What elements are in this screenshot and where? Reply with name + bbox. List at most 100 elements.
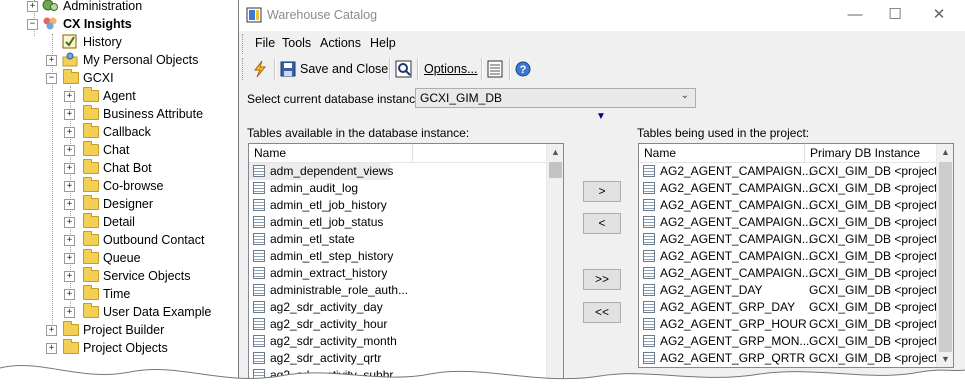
- tree-item-business-attribute[interactable]: + Business Attribute: [0, 105, 238, 123]
- expand-toggle-icon[interactable]: +: [64, 235, 75, 246]
- available-tables-list[interactable]: Name adm_dependent_views admin_audit_log a…: [248, 143, 564, 388]
- table-row[interactable]: AG2_AGENT_CAMPAIGN... GCXI_GIM_DB <projec…: [639, 197, 947, 214]
- expand-toggle-icon[interactable]: +: [64, 199, 75, 210]
- table-row[interactable]: admin_etl_state: [249, 231, 545, 248]
- scroll-up-icon[interactable]: ▲: [937, 144, 953, 161]
- menu-tools[interactable]: Tools: [282, 36, 311, 50]
- table-row[interactable]: ag2_sdr_activity_day: [249, 299, 545, 316]
- tree-item-project-objects[interactable]: + Project Objects: [0, 339, 238, 357]
- menu-actions[interactable]: Actions: [320, 36, 361, 50]
- tree-item-callback[interactable]: + Callback: [0, 123, 238, 141]
- tree-item-chat-bot[interactable]: + Chat Bot: [0, 159, 238, 177]
- menu-file[interactable]: File: [255, 36, 275, 50]
- scroll-down-icon[interactable]: ▼: [937, 351, 953, 367]
- table-view-icon[interactable]: [487, 60, 503, 81]
- expand-toggle-icon[interactable]: +: [64, 289, 75, 300]
- expand-toggle-icon[interactable]: +: [64, 217, 75, 228]
- scroll-thumb[interactable]: [939, 162, 952, 352]
- table-row[interactable]: AG2_AGENT_DAY GCXI_GIM_DB <project p: [639, 282, 947, 299]
- tree-item-agent[interactable]: + Agent: [0, 87, 238, 105]
- close-icon[interactable]: ✕: [919, 4, 959, 26]
- expand-toggle-icon[interactable]: +: [46, 343, 57, 354]
- used-scrollbar[interactable]: ▲ ▼: [936, 144, 953, 367]
- tree-item-service-objects[interactable]: + Service Objects: [0, 267, 238, 285]
- add-table-button[interactable]: >: [583, 181, 621, 202]
- table-icon: [253, 284, 265, 296]
- table-row[interactable]: ag2_sdr_activity_month: [249, 333, 545, 350]
- scroll-thumb[interactable]: [549, 162, 562, 178]
- table-row[interactable]: AG2_AGENT_CAMPAIGN... GCXI_GIM_DB <projec…: [639, 248, 947, 265]
- table-row[interactable]: ag2_sdr_activity_subhr: [249, 367, 545, 384]
- collapse-toggle-icon[interactable]: −: [27, 19, 38, 30]
- title-bar[interactable]: Warehouse Catalog — ☐ ✕: [239, 0, 965, 31]
- table-row[interactable]: AG2_AGENT_GRP_MON... GCXI_GIM_DB <project…: [639, 333, 947, 350]
- db-instance-select[interactable]: GCXI_GIM_DB ⌄: [415, 88, 696, 108]
- expand-toggle-icon[interactable]: +: [46, 55, 57, 66]
- tree-item-time[interactable]: + Time: [0, 285, 238, 303]
- preview-icon[interactable]: [395, 60, 413, 81]
- column-header-name[interactable]: Name: [639, 144, 805, 162]
- expand-toggle-icon[interactable]: +: [64, 271, 75, 282]
- expand-toggle-icon[interactable]: +: [46, 325, 57, 336]
- table-row[interactable]: AG2_AGENT_CAMPAIGN... GCXI_GIM_DB <projec…: [639, 231, 947, 248]
- tree-item-gcxi[interactable]: − GCXI: [0, 69, 238, 87]
- table-row[interactable]: AG2_AGENT_CAMPAIGN... GCXI_GIM_DB <projec…: [639, 163, 947, 180]
- expand-toggle-icon[interactable]: +: [64, 307, 75, 318]
- scroll-up-icon[interactable]: ▲: [547, 144, 563, 161]
- maximize-icon[interactable]: ☐: [875, 4, 915, 26]
- table-row[interactable]: AG2_AGENT_CAMPAIGN... GCXI_GIM_DB <projec…: [639, 180, 947, 197]
- expand-toggle-icon[interactable]: +: [64, 109, 75, 120]
- tree-item-outbound-contact[interactable]: + Outbound Contact: [0, 231, 238, 249]
- available-scrollbar[interactable]: ▲: [546, 144, 563, 387]
- table-row[interactable]: admin_etl_job_status: [249, 214, 545, 231]
- tree-item-history[interactable]: History: [0, 33, 238, 51]
- expand-toggle-icon[interactable]: +: [64, 127, 75, 138]
- tree-item-user-data-example[interactable]: + User Data Example: [0, 303, 238, 321]
- tree-item-chat[interactable]: + Chat: [0, 141, 238, 159]
- table-row[interactable]: AG2_AGENT_CAMPAIGN... GCXI_GIM_DB <projec…: [639, 265, 947, 282]
- tree-item-queue[interactable]: + Queue: [0, 249, 238, 267]
- tree-item-co-browse[interactable]: + Co-browse: [0, 177, 238, 195]
- tree-item-project-builder[interactable]: + Project Builder: [0, 321, 238, 339]
- remove-all-tables-button[interactable]: <<: [583, 302, 621, 323]
- table-row[interactable]: ag2_sdr_activity_hour: [249, 316, 545, 333]
- minimize-icon[interactable]: —: [835, 4, 875, 26]
- table-row[interactable]: admin_extract_history: [249, 265, 545, 282]
- options-button[interactable]: Options...: [424, 62, 478, 76]
- tree-item-detail[interactable]: + Detail: [0, 213, 238, 231]
- expand-toggle-icon[interactable]: +: [64, 253, 75, 264]
- tree-item-designer[interactable]: + Designer: [0, 195, 238, 213]
- expand-toggle-icon[interactable]: +: [64, 163, 75, 174]
- save-icon[interactable]: [280, 61, 296, 80]
- table-row[interactable]: AG2_AGENT_GRP_DAY GCXI_GIM_DB <project p: [639, 299, 947, 316]
- tree-item-cx-insights[interactable]: − CX Insights: [0, 15, 238, 33]
- tree-item-label: Callback: [103, 125, 151, 139]
- table-icon: [643, 352, 655, 364]
- tree-item-administration[interactable]: + Administration: [0, 0, 238, 15]
- table-row[interactable]: admin_audit_log: [249, 180, 545, 197]
- table-row[interactable]: ag2_sdr_activity_qrtr: [249, 350, 545, 367]
- lightning-icon[interactable]: [251, 60, 269, 81]
- table-row[interactable]: admin_etl_step_history: [249, 248, 545, 265]
- table-row[interactable]: adm_dependent_views: [249, 163, 393, 180]
- add-all-tables-button[interactable]: >>: [583, 269, 621, 290]
- column-header-name[interactable]: Name: [249, 144, 413, 162]
- help-icon[interactable]: ?: [515, 61, 531, 80]
- table-row[interactable]: AG2_AGENT_GRP_QRTR GCXI_GIM_DB <project p: [639, 350, 947, 367]
- menu-help[interactable]: Help: [370, 36, 396, 50]
- table-row[interactable]: admin_etl_job_history: [249, 197, 545, 214]
- expand-toggle-icon[interactable]: +: [64, 181, 75, 192]
- expand-toggle-icon[interactable]: +: [64, 145, 75, 156]
- table-icon: [253, 352, 265, 364]
- expand-toggle-icon[interactable]: +: [27, 1, 38, 12]
- column-header-primary-db[interactable]: Primary DB Instance: [805, 144, 937, 162]
- remove-table-button[interactable]: <: [583, 213, 621, 234]
- used-tables-list[interactable]: Name Primary DB Instance AG2_AGENT_CAMPA…: [638, 143, 954, 368]
- expand-toggle-icon[interactable]: +: [64, 91, 75, 102]
- collapse-toggle-icon[interactable]: −: [46, 73, 57, 84]
- tree-item-my-personal-objects[interactable]: + My Personal Objects: [0, 51, 238, 69]
- table-row[interactable]: administrable_role_auth...: [249, 282, 545, 299]
- table-row[interactable]: AG2_AGENT_CAMPAIGN... GCXI_GIM_DB <projec…: [639, 214, 947, 231]
- table-row[interactable]: AG2_AGENT_GRP_HOUR GCXI_GIM_DB <project p: [639, 316, 947, 333]
- save-and-close-button[interactable]: Save and Close: [300, 62, 388, 76]
